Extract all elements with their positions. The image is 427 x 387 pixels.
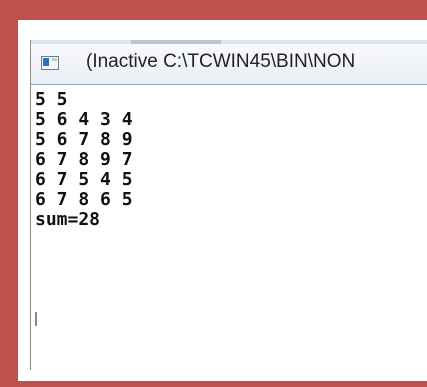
title-bar-edge — [31, 40, 427, 44]
console-line: 5 5 — [35, 89, 68, 110]
console-window-icon[interactable] — [41, 56, 59, 70]
title-bar-grab — [131, 40, 221, 44]
text-cursor — [35, 312, 37, 326]
window-title: (Inactive C:\TCWIN45\BIN\NON — [86, 51, 356, 72]
console-line: 5 6 7 8 9 — [35, 129, 133, 150]
console-output: 5 5 5 6 4 3 4 5 6 7 8 9 6 7 8 9 7 6 7 5 … — [35, 90, 427, 370]
console-line: sum=28 — [35, 209, 101, 230]
console-line: 6 7 8 9 7 — [35, 149, 133, 170]
console-line: 6 7 8 6 5 — [35, 189, 133, 210]
console-window[interactable]: (Inactive C:\TCWIN45\BIN\NON 5 5 5 6 4 3… — [30, 40, 427, 370]
console-line: 5 6 4 3 4 — [35, 109, 133, 130]
title-bar[interactable]: (Inactive C:\TCWIN45\BIN\NON — [31, 40, 427, 85]
console-line: 6 7 5 4 5 — [35, 169, 133, 190]
